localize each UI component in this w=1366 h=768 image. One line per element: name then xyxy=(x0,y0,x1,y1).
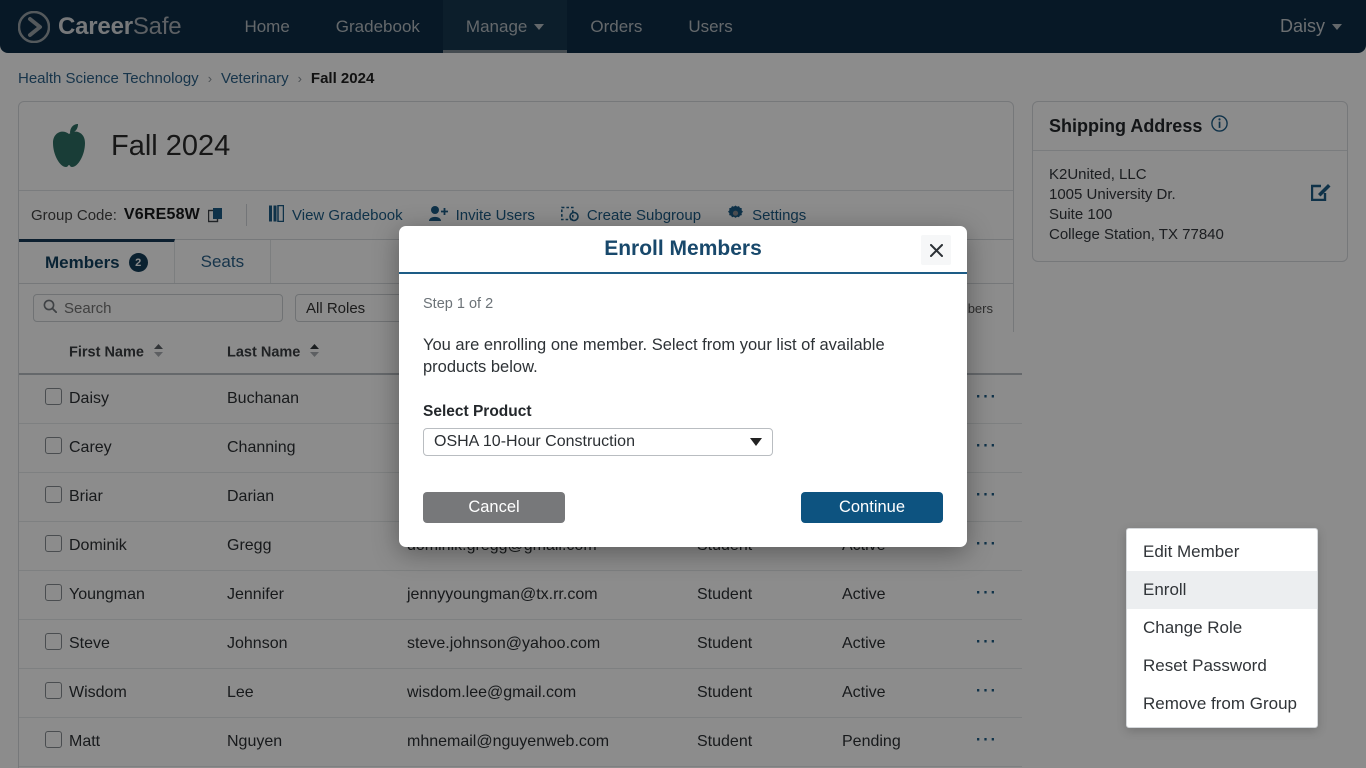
modal-body: Step 1 of 2 You are enrolling one member… xyxy=(399,274,967,456)
cancel-button[interactable]: Cancel xyxy=(423,492,565,523)
chevron-down-icon xyxy=(750,438,762,446)
context-menu-item-change-role[interactable]: Change Role xyxy=(1127,609,1317,647)
context-menu-item-enroll[interactable]: Enroll xyxy=(1127,571,1317,609)
select-product-dropdown[interactable]: OSHA 10-Hour Construction xyxy=(423,428,773,456)
modal-description: You are enrolling one member. Select fro… xyxy=(423,334,913,378)
modal-footer: Cancel Continue xyxy=(399,456,967,547)
modal-step-label: Step 1 of 2 xyxy=(423,296,943,312)
select-product-label: Select Product xyxy=(423,403,943,421)
context-menu-item-remove-from-group[interactable]: Remove from Group xyxy=(1127,685,1317,723)
continue-button[interactable]: Continue xyxy=(801,492,943,523)
row-actions-context-menu: Edit MemberEnrollChange RoleReset Passwo… xyxy=(1126,528,1318,728)
app-page: CareerSafe Home Gradebook Manage Orders … xyxy=(0,0,1366,768)
close-icon[interactable] xyxy=(921,235,951,265)
select-product-value: OSHA 10-Hour Construction xyxy=(434,433,635,451)
modal-title: Enroll Members xyxy=(604,237,762,261)
context-menu-item-reset-password[interactable]: Reset Password xyxy=(1127,647,1317,685)
enroll-members-modal: Enroll Members Step 1 of 2 You are enrol… xyxy=(399,226,967,547)
modal-header: Enroll Members xyxy=(399,226,967,274)
context-menu-item-edit-member[interactable]: Edit Member xyxy=(1127,533,1317,571)
